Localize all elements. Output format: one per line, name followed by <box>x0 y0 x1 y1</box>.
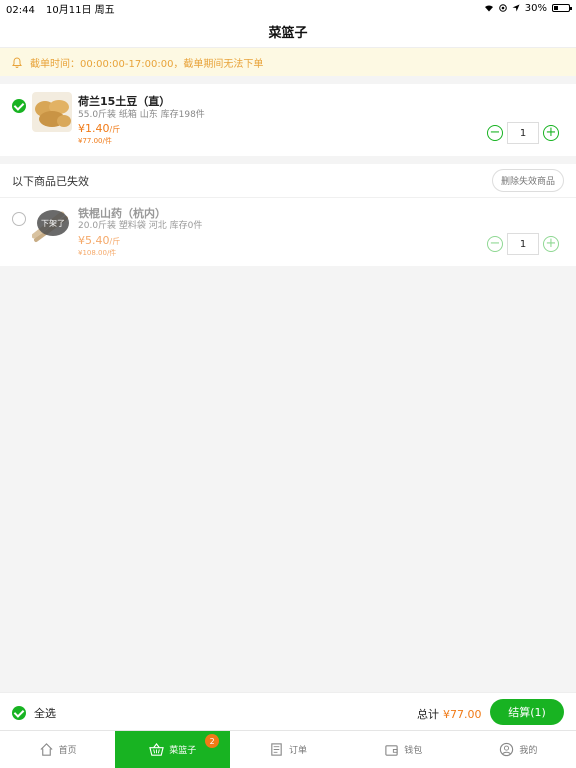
potato-image <box>32 92 72 132</box>
tab-label: 我的 <box>519 746 538 756</box>
cutoff-notice: 截单时间：00:00:00-17:00:00，截单期间无法下单 <box>0 48 576 76</box>
item-checkbox[interactable] <box>12 212 26 226</box>
nav-bar: 菜篮子 <box>0 16 576 48</box>
price-value: ¥1.40 <box>78 122 110 135</box>
tab-orders[interactable]: 订单 <box>230 731 345 768</box>
product-price: ¥1.40/斤 <box>78 122 120 135</box>
product-image <box>32 92 72 132</box>
price-value: ¥5.40 <box>78 234 110 247</box>
product-unit-price: ¥108.00/件 <box>78 249 117 257</box>
minus-button[interactable]: − <box>487 236 503 252</box>
order-icon <box>271 743 282 756</box>
basket-icon <box>149 742 165 756</box>
plus-button[interactable]: + <box>543 125 559 141</box>
product-spec: 20.0斤装 塑料袋 河北 库存0件 <box>78 221 203 231</box>
wallet-icon <box>385 745 398 756</box>
total-label: 总计 <box>417 708 439 721</box>
location-icon <box>512 4 520 12</box>
tab-label: 订单 <box>289 746 308 756</box>
tab-wallet[interactable]: 钱包 <box>346 731 461 768</box>
plus-button[interactable]: + <box>543 236 559 252</box>
select-all-toggle[interactable]: 全选 <box>12 705 56 721</box>
total-value: ¥77.00 <box>443 708 482 721</box>
quantity-field[interactable]: 1 <box>507 233 539 255</box>
quantity-field[interactable]: 1 <box>507 122 539 144</box>
product-unit-price: ¥77.00/件 <box>78 137 112 145</box>
notice-text: 截单时间：00:00:00-17:00:00，截单期间无法下单 <box>30 58 264 70</box>
product-price: ¥5.40/斤 <box>78 234 120 247</box>
price-unit: /斤 <box>109 125 121 134</box>
cart-item[interactable]: 荷兰15土豆（直） 55.0斤装 纸箱 山东 库存198件 ¥1.40/斤 ¥7… <box>0 84 576 156</box>
quantity-stepper[interactable]: − 1 + <box>487 233 559 255</box>
price-unit: /斤 <box>109 237 121 246</box>
delete-invalid-button[interactable]: 删除失效商品 <box>491 169 564 192</box>
wifi-icon <box>484 5 493 12</box>
tab-home[interactable]: 首页 <box>0 731 115 768</box>
total-amount: 总计 ¥77.00 <box>417 706 482 722</box>
battery-icon <box>552 4 572 12</box>
status-time: 02:44 <box>6 4 35 16</box>
page-title: 菜篮子 <box>268 26 308 41</box>
offline-badge: 下架了 <box>37 210 69 236</box>
status-date: 10月11日 周五 <box>46 4 115 16</box>
tab-bar: 首页 菜篮子 2 订单 钱包 我的 <box>0 730 576 768</box>
invalid-section-header: 以下商品已失效 删除失效商品 <box>0 164 576 198</box>
checkout-bar: 全选 总计 ¥77.00 结算(1) <box>0 692 576 730</box>
select-all-label: 全选 <box>34 707 56 720</box>
bell-icon <box>12 56 22 68</box>
tab-basket[interactable]: 菜篮子 2 <box>115 731 231 768</box>
checkout-button[interactable]: 结算(1) <box>490 699 564 725</box>
tab-label: 菜篮子 <box>169 746 197 756</box>
battery-percent: 30% <box>524 2 547 14</box>
battery-fill <box>554 6 559 10</box>
invalid-cart-item[interactable]: 铁棍山药（杭内） 20.0斤装 塑料袋 河北 库存0件 ¥5.40/斤 ¥108… <box>0 198 576 266</box>
profile-icon <box>500 742 514 757</box>
item-checkbox[interactable] <box>12 99 26 113</box>
home-icon <box>40 743 53 756</box>
tab-label: 首页 <box>58 746 77 756</box>
invalid-section-title: 以下商品已失效 <box>12 174 89 188</box>
select-all-checkbox[interactable] <box>12 706 26 720</box>
basket-count-badge: 2 <box>205 734 220 748</box>
tab-profile[interactable]: 我的 <box>461 731 576 768</box>
minus-button[interactable]: − <box>487 125 503 141</box>
product-spec: 55.0斤装 纸箱 山东 库存198件 <box>78 110 205 120</box>
lock-rotation-icon <box>498 4 507 12</box>
tab-label: 钱包 <box>404 746 423 756</box>
status-bar: 02:44 10月11日 周五 30% <box>0 0 576 16</box>
quantity-stepper[interactable]: − 1 + <box>487 122 559 144</box>
